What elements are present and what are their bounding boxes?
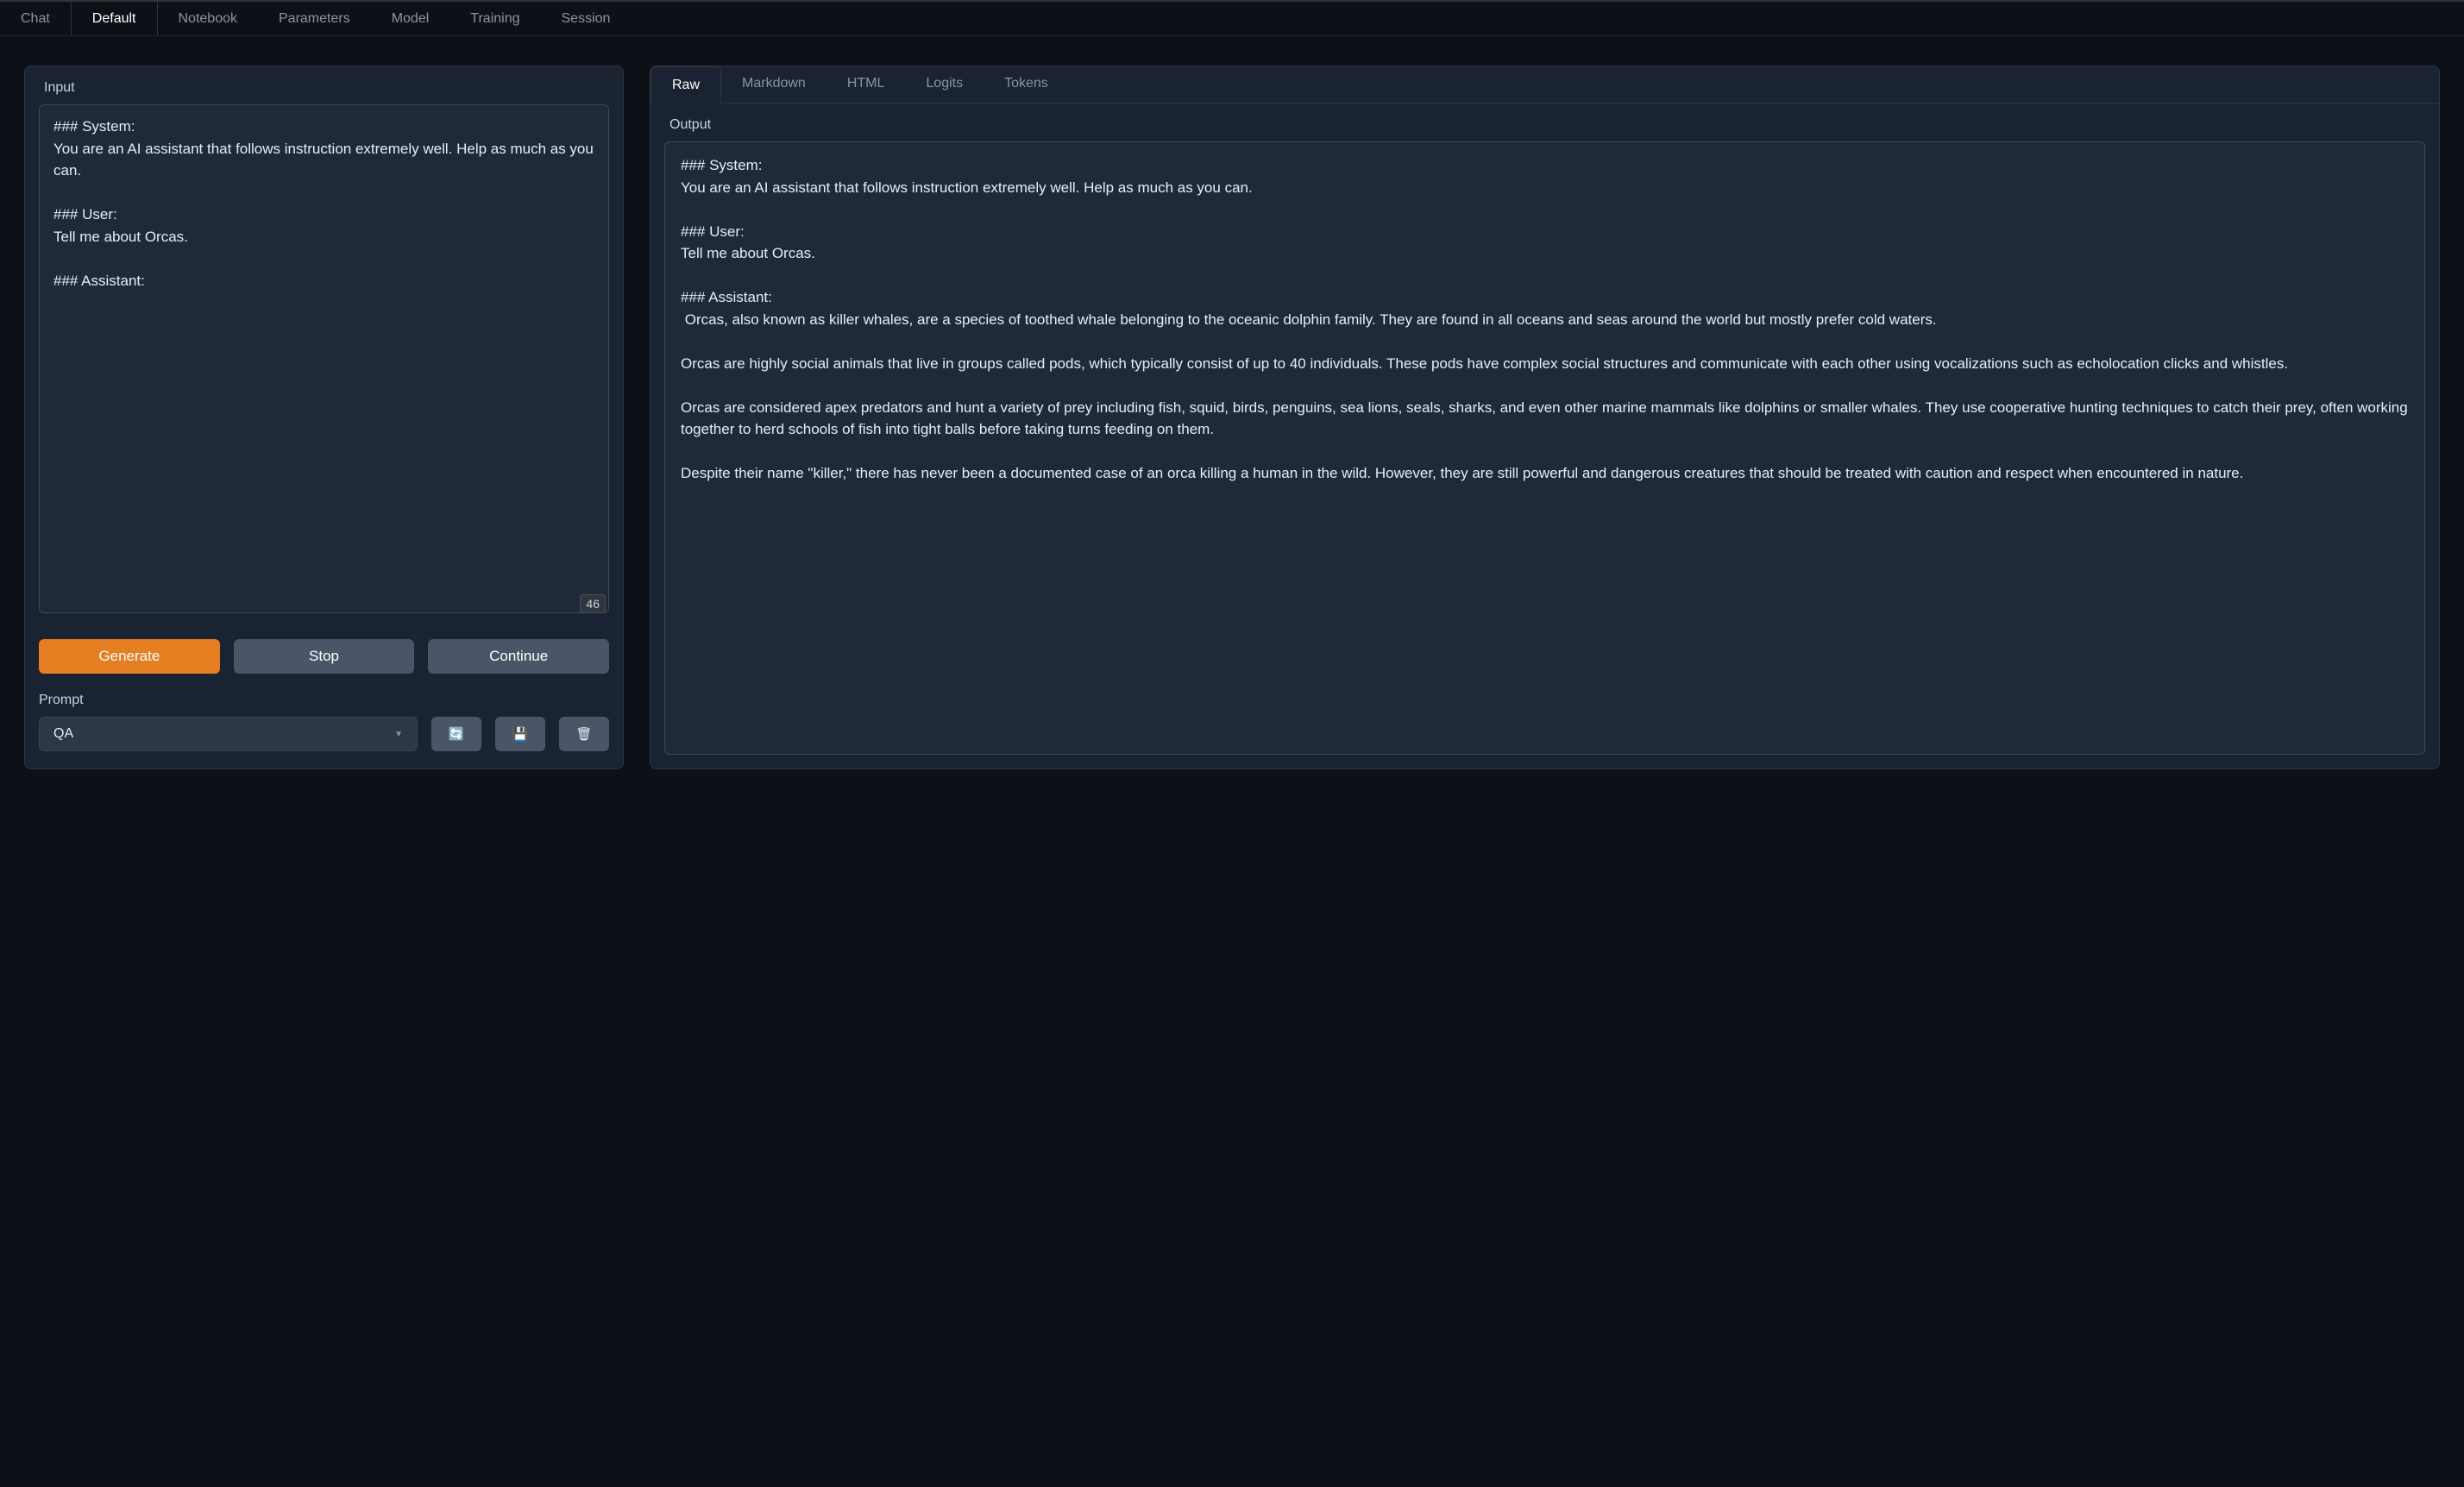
- input-panel: Input 46 Generate Stop Continue Prompt Q…: [24, 66, 624, 769]
- prompt-controls-row: QA ▼ 🔄 💾 🗑: [39, 717, 609, 751]
- tab-default[interactable]: Default: [71, 2, 158, 35]
- refresh-icon: 🔄: [449, 726, 465, 742]
- save-button[interactable]: 💾: [495, 717, 545, 751]
- prompt-label: Prompt: [39, 693, 609, 708]
- action-button-row: Generate Stop Continue: [25, 617, 623, 684]
- chevron-down-icon: ▼: [394, 730, 403, 739]
- input-textarea[interactable]: [39, 104, 609, 613]
- input-label: Input: [25, 66, 623, 104]
- output-tabs-container: Raw Markdown HTML Logits Tokens: [651, 66, 2439, 104]
- output-tab-logits[interactable]: Logits: [905, 66, 984, 103]
- delete-button[interactable]: 🗑: [559, 717, 609, 751]
- main-container: Input 46 Generate Stop Continue Prompt Q…: [0, 36, 2464, 799]
- generate-button[interactable]: Generate: [39, 639, 220, 674]
- output-tab-tokens[interactable]: Tokens: [984, 66, 1069, 103]
- tab-session[interactable]: Session: [541, 2, 632, 35]
- prompt-select[interactable]: QA ▼: [39, 717, 418, 751]
- output-label: Output: [651, 104, 2439, 141]
- tab-training[interactable]: Training: [449, 2, 540, 35]
- tab-model[interactable]: Model: [371, 2, 450, 35]
- top-nav-bar: Chat Default Notebook Parameters Model T…: [0, 0, 2464, 36]
- input-textarea-wrapper: 46: [39, 104, 609, 617]
- tab-chat[interactable]: Chat: [0, 2, 71, 35]
- save-icon: 💾: [512, 726, 529, 742]
- tab-parameters[interactable]: Parameters: [258, 2, 371, 35]
- output-content: ### System: You are an AI assistant that…: [664, 141, 2425, 755]
- output-panel: Raw Markdown HTML Logits Tokens Output #…: [650, 66, 2440, 769]
- output-tab-raw[interactable]: Raw: [651, 66, 721, 104]
- token-count-badge: 46: [580, 594, 606, 613]
- stop-button[interactable]: Stop: [234, 639, 415, 674]
- trash-icon: 🗑: [575, 726, 592, 742]
- continue-button[interactable]: Continue: [428, 639, 609, 674]
- refresh-button[interactable]: 🔄: [431, 717, 481, 751]
- prompt-section: Prompt QA ▼ 🔄 💾 🗑: [25, 684, 623, 769]
- output-tab-markdown[interactable]: Markdown: [721, 66, 827, 103]
- output-tabs: Raw Markdown HTML Logits Tokens: [651, 66, 2439, 104]
- output-tab-html[interactable]: HTML: [827, 66, 906, 103]
- tab-notebook[interactable]: Notebook: [158, 2, 259, 35]
- prompt-selected-value: QA: [53, 726, 73, 742]
